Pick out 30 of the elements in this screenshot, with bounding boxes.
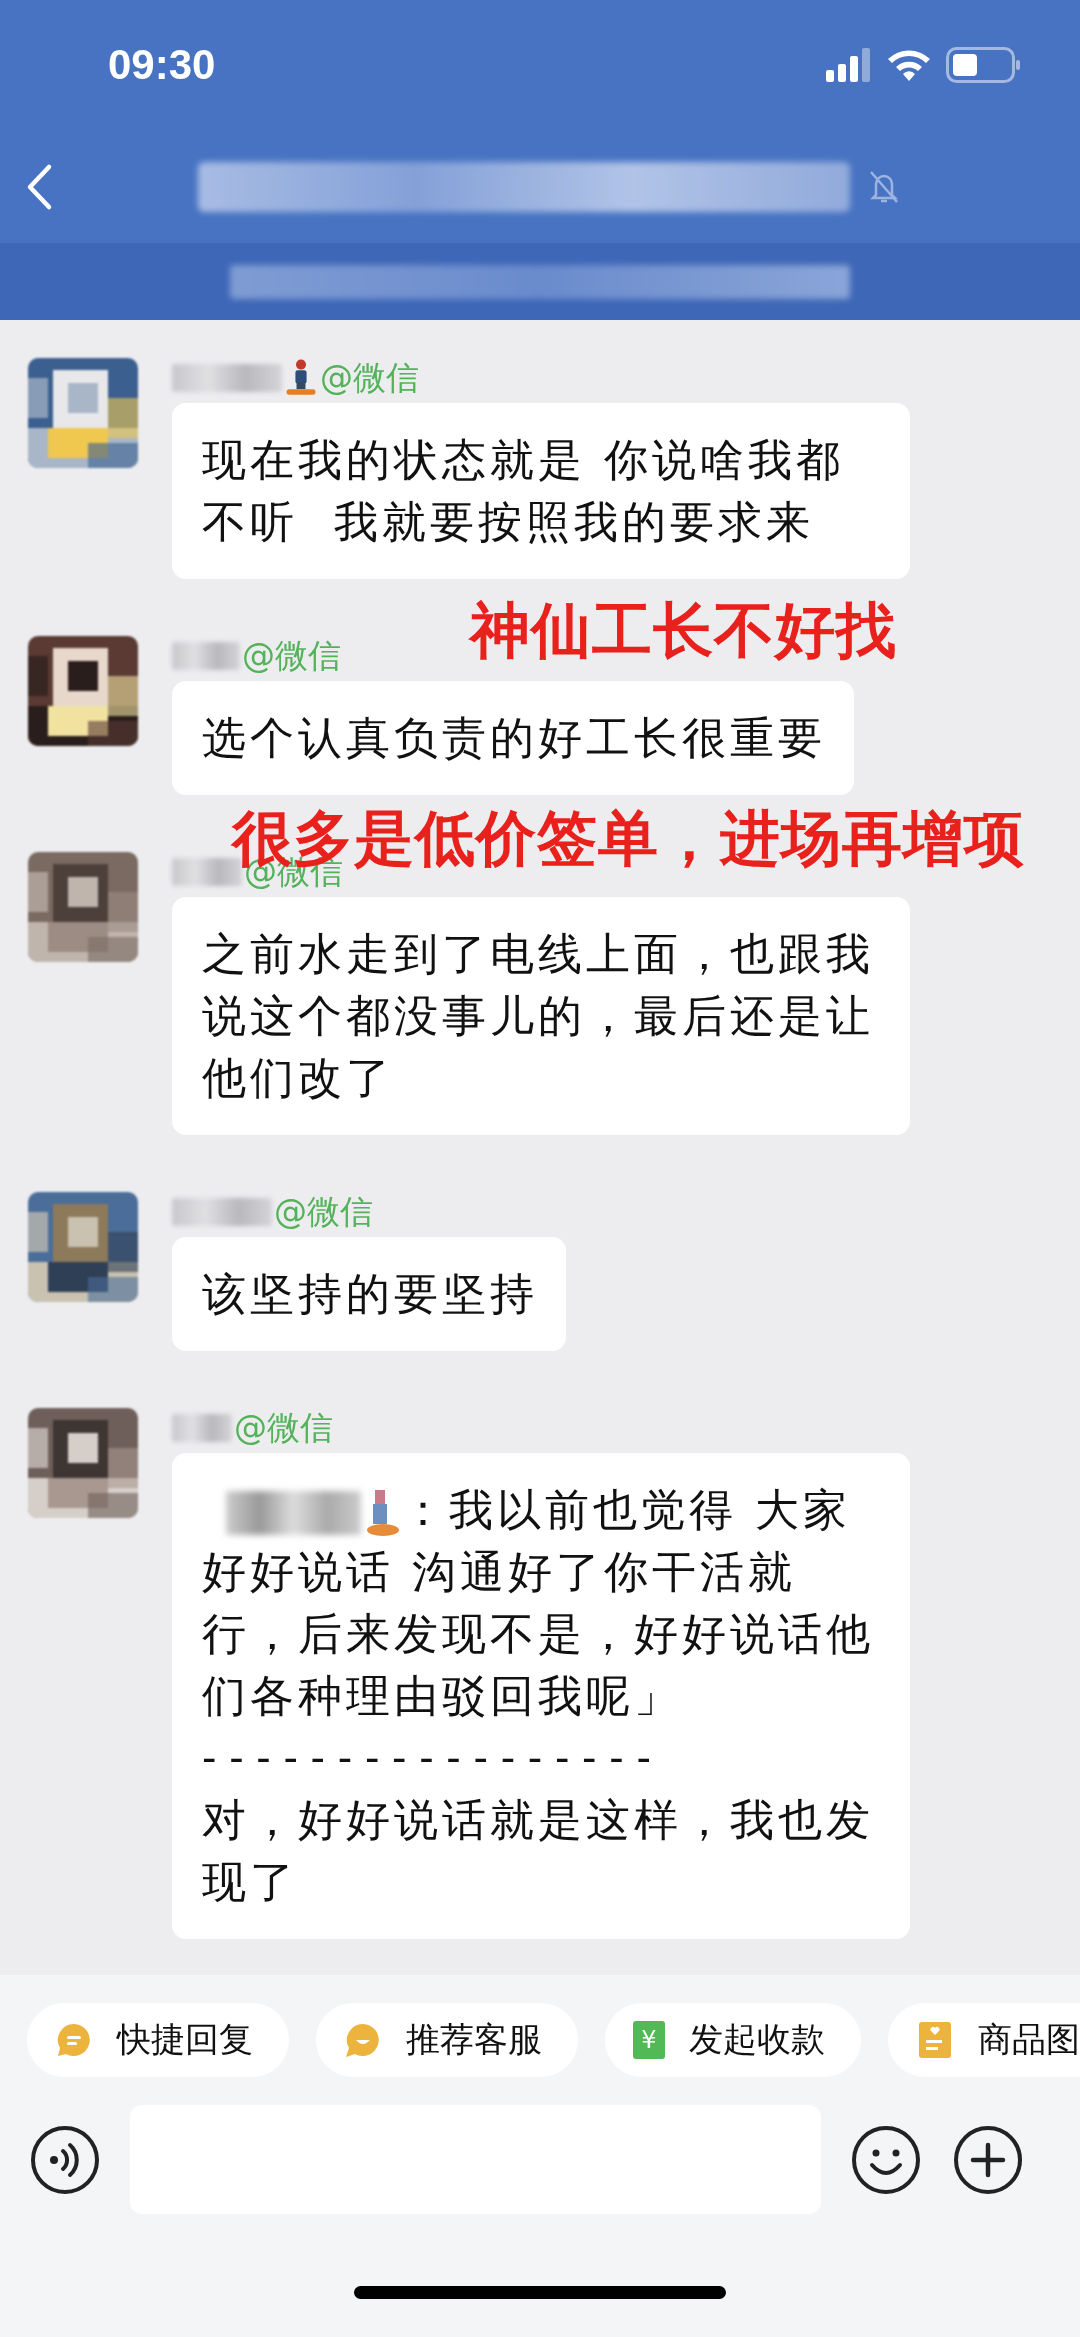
shortcut-chip[interactable]: ¥ 发起收款: [605, 2003, 861, 2077]
message-text: 现在我的状态就是 你说啥我都不听 我就要按照我的要求来: [202, 433, 845, 549]
shortcut-chip[interactable]: 推荐客服: [316, 2003, 578, 2077]
annotation-text: 神仙工长不好找: [470, 600, 897, 660]
sender-source: @微信: [234, 1406, 333, 1449]
emoji-icon[interactable]: [851, 2124, 921, 2195]
signal-icon: [826, 48, 872, 82]
blurred-name: [172, 1414, 232, 1442]
document-icon: [916, 2021, 954, 2059]
message-text: 选个认真负责的好工长很重要: [202, 711, 826, 765]
plus-icon[interactable]: [953, 2124, 1023, 2195]
sender-source: @微信: [242, 634, 341, 677]
back-icon[interactable]: [25, 162, 53, 211]
sender-source: @微信: [274, 1190, 373, 1233]
status-time: 09:30: [108, 41, 217, 89]
message-text: 对，好好说话就是这样，我也发现了: [202, 1793, 875, 1909]
divider-text: - - - - - - - - - - - - - - - - -: [202, 1734, 652, 1783]
shortcut-chip[interactable]: 快捷回复: [27, 2003, 289, 2077]
blurred-name: [172, 642, 240, 670]
chat-smile-icon: [344, 2021, 382, 2059]
wifi-icon: [886, 48, 932, 82]
message-text: 该坚持的要坚持: [202, 1267, 538, 1321]
voice-icon[interactable]: [30, 2124, 100, 2195]
speech-bubble-icon: [55, 2021, 93, 2059]
battery-icon: [946, 47, 1022, 83]
shortcut-chip[interactable]: 商品图: [888, 2003, 1080, 2077]
payment-icon: ¥: [633, 2021, 665, 2059]
message-text: 之前水走到了电线上面，也跟我说这个都没事儿的，最后还是让他们改了: [202, 927, 875, 1105]
sender-source: @微信: [320, 356, 419, 399]
quoted-text: ：我以前也觉得 大家好好说话 沟通好了你干活就行，后来发现不是，好好说话他们各种理由驳回我呢」: [202, 1483, 875, 1723]
